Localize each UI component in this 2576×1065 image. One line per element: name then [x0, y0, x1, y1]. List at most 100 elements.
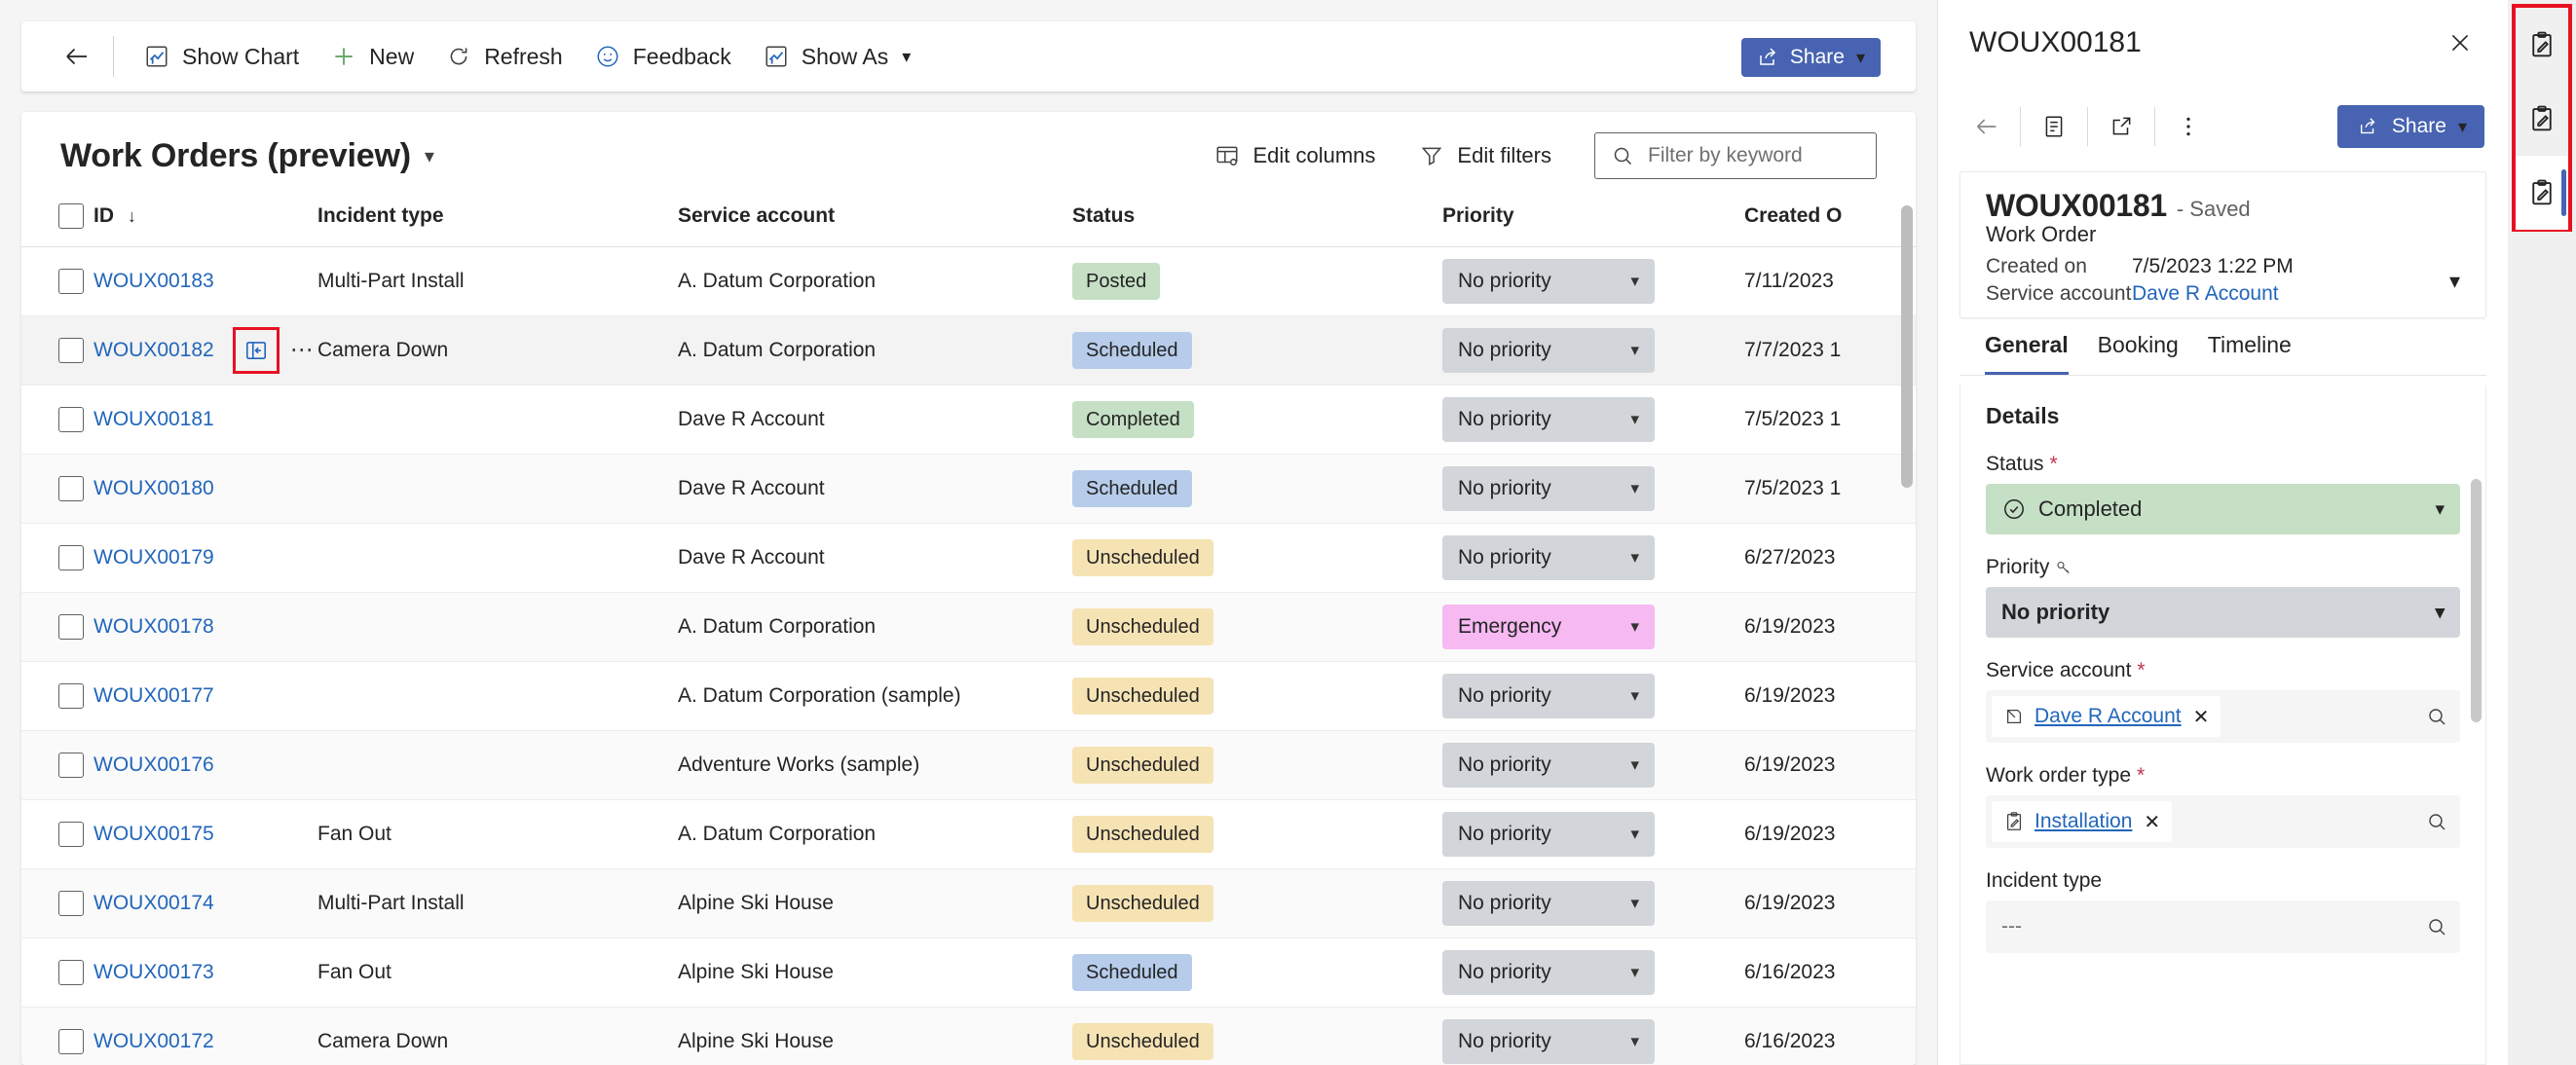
column-header-created-on[interactable]: Created O [1744, 200, 1916, 247]
row-checkbox[interactable] [58, 337, 84, 363]
side-pane-scrollbar-thumb[interactable] [2471, 479, 2482, 722]
row-id-link[interactable]: WOUX00174 [93, 892, 214, 915]
tab-booking[interactable]: Booking [2098, 332, 2179, 375]
refresh-button[interactable]: Refresh [429, 31, 579, 82]
priority-dropdown[interactable]: Emergency ▾ [1442, 604, 1655, 649]
table-row[interactable]: WOUX00183 Multi-Part Install A. Datum Corp… [21, 246, 1916, 316]
edit-filters-button[interactable]: Edit filters [1400, 131, 1569, 180]
row-id-link[interactable]: WOUX00179 [93, 546, 214, 569]
column-header-id[interactable]: ID ↓ [93, 200, 317, 247]
table-row[interactable]: WOUX00182 ⋯ Camera Down A. Datum Corporatio… [21, 315, 1916, 386]
remove-icon[interactable]: ✕ [2144, 810, 2160, 834]
back-icon[interactable] [1961, 101, 2012, 152]
column-header-service-account[interactable]: Service account [678, 200, 1072, 247]
row-checkbox[interactable] [58, 682, 84, 709]
popout-icon[interactable] [2096, 101, 2147, 152]
priority-dropdown[interactable]: No priority ▾ [1442, 396, 1655, 442]
table-row[interactable]: WOUX00172 Camera Down Alpine Ski House Unsc… [21, 1007, 1916, 1065]
row-id-link[interactable]: WOUX00173 [93, 961, 214, 984]
show-as-button[interactable]: Show As ▾ [747, 31, 927, 82]
row-checkbox[interactable] [58, 475, 84, 501]
priority-dropdown[interactable]: No priority ▾ [1442, 327, 1655, 373]
priority-dropdown[interactable]: No priority ▾ [1442, 811, 1655, 857]
remove-icon[interactable]: ✕ [2193, 705, 2210, 729]
row-id-link[interactable]: WOUX00177 [93, 684, 214, 708]
row-id-link[interactable]: WOUX00182 [93, 339, 214, 362]
priority-dropdown[interactable]: No priority ▾ [1442, 949, 1655, 995]
priority-dropdown[interactable]: No priority ▾ [1442, 258, 1655, 304]
priority-dropdown[interactable]: No priority ▾ [1986, 587, 2460, 638]
row-checkbox[interactable] [58, 613, 84, 640]
work-order-type-lookup[interactable]: Installation ✕ [1986, 795, 2460, 848]
column-header-incident-type[interactable]: Incident type [317, 200, 678, 247]
open-side-pane-icon[interactable] [232, 326, 280, 374]
search-icon[interactable] [2425, 915, 2448, 938]
feedback-button[interactable]: Feedback [579, 31, 747, 82]
record-service-account-value[interactable]: Dave R Account [2132, 282, 2279, 306]
row-checkbox[interactable] [58, 406, 84, 432]
row-checkbox[interactable] [58, 268, 84, 294]
row-id-link[interactable]: WOUX00180 [93, 477, 214, 500]
incident-type-lookup[interactable]: --- [1986, 900, 2460, 953]
row-checkbox[interactable] [58, 1028, 84, 1054]
service-account-lookup[interactable]: Dave R Account ✕ [1986, 690, 2460, 743]
tab-timeline[interactable]: Timeline [2208, 332, 2292, 375]
row-id-link[interactable]: WOUX00181 [93, 408, 214, 431]
rail-item-form-3[interactable] [2516, 156, 2568, 230]
work-order-type-token[interactable]: Installation ✕ [1992, 801, 2173, 842]
grid-scrollbar[interactable] [1901, 200, 1913, 1065]
table-row[interactable]: WOUX00181 Dave R Account Completed No prior… [21, 385, 1916, 455]
priority-dropdown[interactable]: No priority ▾ [1442, 742, 1655, 788]
table-row[interactable]: WOUX00179 Dave R Account Unscheduled No pri… [21, 523, 1916, 593]
view-selector[interactable]: Work Orders (preview) ▾ [60, 137, 434, 175]
column-header-priority[interactable]: Priority [1442, 200, 1744, 247]
select-all-checkbox[interactable] [58, 202, 84, 229]
row-id-link[interactable]: WOUX00176 [93, 753, 214, 777]
chevron-down-icon: ▾ [1630, 547, 1639, 567]
back-button[interactable] [55, 34, 99, 79]
table-row[interactable]: WOUX00174 Multi-Part Install Alpine Ski Ho… [21, 868, 1916, 938]
more-icon[interactable] [2163, 101, 2214, 152]
column-header-status[interactable]: Status [1072, 200, 1442, 247]
status-dropdown[interactable]: Completed ▾ [1986, 484, 2460, 534]
form-icon[interactable] [2029, 101, 2079, 152]
table-row[interactable]: WOUX00178 A. Datum Corporation Unscheduled… [21, 592, 1916, 662]
priority-dropdown[interactable]: No priority ▾ [1442, 880, 1655, 926]
new-button[interactable]: New [315, 31, 429, 82]
share-button[interactable]: Share ▾ [1740, 38, 1881, 77]
row-more-icon[interactable]: ⋯ [290, 338, 316, 361]
search-box[interactable] [1594, 132, 1877, 179]
search-icon[interactable] [2425, 810, 2448, 833]
table-row[interactable]: WOUX00175 Fan Out A. Datum Corporation Unsc… [21, 799, 1916, 869]
rail-item-form-2[interactable] [2516, 82, 2568, 156]
table-row[interactable]: WOUX00176 Adventure Works (sample) Unsched… [21, 730, 1916, 800]
row-id-link[interactable]: WOUX00172 [93, 1030, 214, 1053]
row-checkbox[interactable] [58, 959, 84, 985]
search-icon[interactable] [2425, 705, 2448, 728]
priority-dropdown[interactable]: No priority ▾ [1442, 534, 1655, 580]
row-id-link[interactable]: WOUX00175 [93, 823, 214, 846]
service-account-token[interactable]: Dave R Account ✕ [1992, 696, 2221, 737]
priority-dropdown[interactable]: No priority ▾ [1442, 673, 1655, 718]
search-input[interactable] [1648, 144, 1862, 167]
row-id-link[interactable]: WOUX00183 [93, 270, 214, 293]
side-pane-share-button[interactable]: Share ▾ [2336, 105, 2484, 148]
table-row[interactable]: WOUX00173 Fan Out Alpine Ski House Schedule… [21, 937, 1916, 1008]
row-checkbox[interactable] [58, 752, 84, 778]
priority-dropdown[interactable]: No priority ▾ [1442, 1018, 1655, 1064]
table-row[interactable]: WOUX00180 Dave R Account Scheduled No prior… [21, 454, 1916, 524]
priority-dropdown[interactable]: No priority ▾ [1442, 465, 1655, 511]
show-chart-button[interactable]: Show Chart [128, 31, 315, 82]
row-checkbox[interactable] [58, 890, 84, 916]
expand-header-chevron-down-icon[interactable]: ▾ [2449, 269, 2460, 294]
row-id-link[interactable]: WOUX00178 [93, 615, 214, 639]
grid-scrollbar-thumb[interactable] [1901, 205, 1913, 488]
tab-general[interactable]: General [1985, 332, 2069, 375]
row-checkbox[interactable] [58, 544, 84, 570]
table-row[interactable]: WOUX00177 A. Datum Corporation (sample) Un… [21, 661, 1916, 731]
edit-columns-button[interactable]: Edit columns [1196, 131, 1393, 180]
row-checkbox[interactable] [58, 821, 84, 847]
rail-item-form-1[interactable] [2516, 8, 2568, 82]
side-pane-scrollbar[interactable] [2471, 479, 2482, 888]
close-icon[interactable] [2438, 24, 2483, 61]
